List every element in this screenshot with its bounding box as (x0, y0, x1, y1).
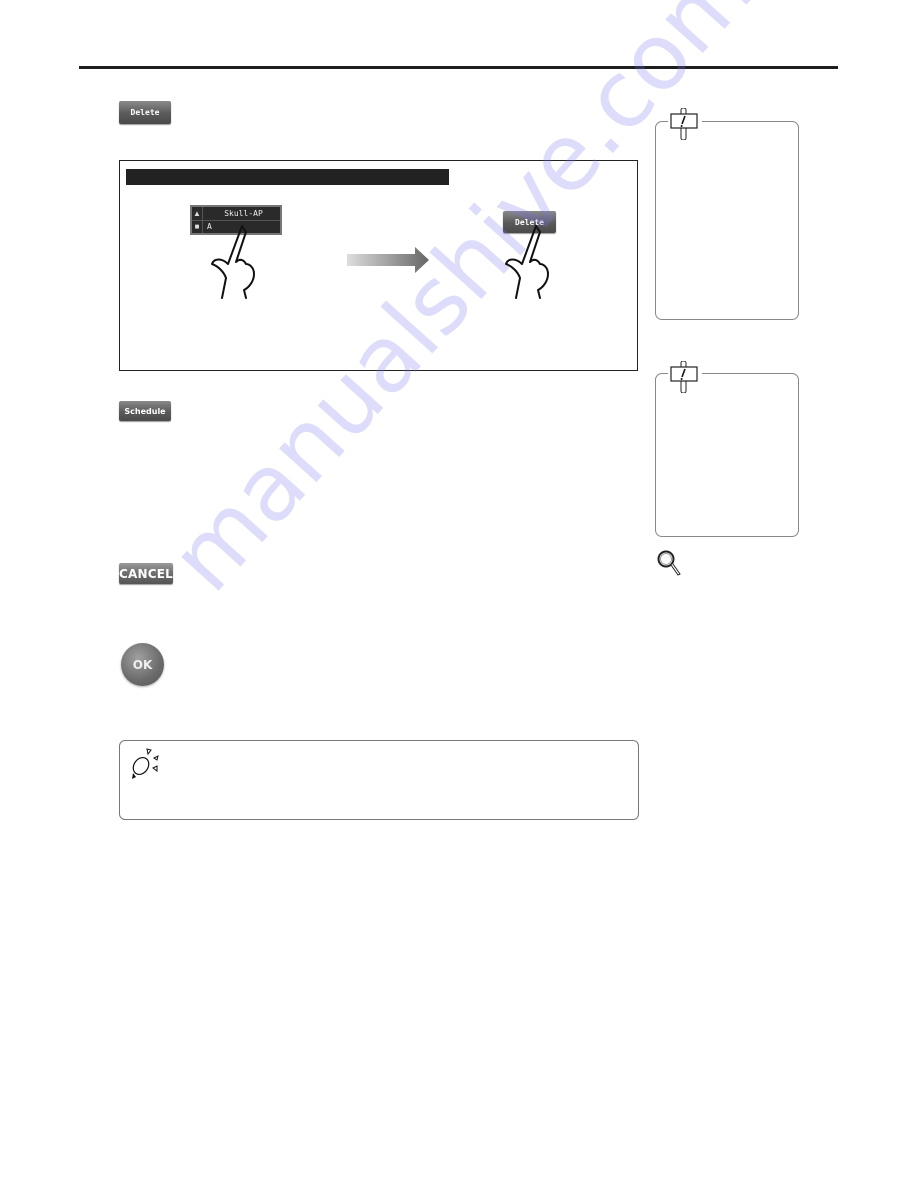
caution-note-box (655, 121, 799, 320)
lightbulb-icon (132, 748, 159, 779)
caution-sign-icon (670, 108, 698, 140)
top-rule (79, 66, 838, 69)
schedule-button[interactable]: Schedule (119, 401, 171, 421)
skull-row-1-text: Skull-AP (224, 209, 263, 218)
pointing-hand-icon (505, 225, 549, 299)
example-title-bar (126, 169, 449, 185)
magnifier-icon (657, 550, 681, 576)
cancel-button[interactable]: CANCEL (119, 563, 173, 584)
caution-sign-icon (670, 361, 698, 393)
caution-note-box (655, 373, 799, 537)
ok-button[interactable]: OK (121, 643, 164, 686)
delete-button[interactable]: Delete (119, 101, 171, 124)
person-icon: ▲ (192, 207, 203, 220)
pointing-hand-icon (211, 225, 255, 299)
person-icon: ■ (192, 220, 203, 233)
tip-box (119, 740, 639, 820)
right-arrow-icon (347, 247, 429, 273)
